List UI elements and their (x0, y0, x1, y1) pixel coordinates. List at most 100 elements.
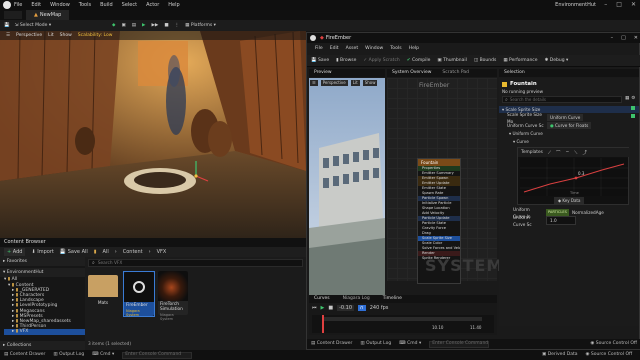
curves-tab[interactable]: Curves (309, 295, 330, 303)
collections-header[interactable]: ▸ Collections (0, 341, 85, 351)
content-browser-tab[interactable]: Content Browser (0, 238, 306, 247)
save-button[interactable]: 💾 Save (311, 55, 329, 67)
folder-icon[interactable]: ▮ (94, 249, 97, 255)
preview-show-button[interactable]: Show (362, 80, 378, 86)
platforms-button[interactable]: ▦ Platforms ▾ (185, 20, 216, 31)
close-icon[interactable]: ✕ (631, 0, 636, 10)
field-curve[interactable]: ▾ Curve (499, 138, 639, 145)
save-level-icon[interactable]: 💾 (4, 20, 10, 31)
niagara-output-log-button[interactable]: ▥ Output Log (360, 339, 391, 349)
browse-button[interactable]: ▮ Browse (336, 55, 356, 67)
field-uniform-curve[interactable]: ▾ Uniform Curve (499, 130, 639, 137)
asset-tile-fireember[interactable]: FireEmber Niagara System (123, 271, 155, 317)
selection-tab[interactable]: Selection (499, 69, 639, 77)
content-drawer-button[interactable]: ▤ Content Drawer (4, 350, 45, 360)
transport-play-icon[interactable]: ▶ (321, 305, 325, 311)
debug-button[interactable]: ✱ Debug ▾ (545, 55, 569, 67)
preview-perspective-button[interactable]: Perspective (320, 80, 348, 86)
cinematics-icon[interactable]: ▤ (132, 20, 136, 31)
niagara-tab[interactable]: ◆ FireEmber (310, 33, 351, 43)
breadcrumb-content[interactable]: Content (123, 249, 143, 255)
preview-lit-button[interactable]: Lit (350, 80, 360, 86)
maximize-icon[interactable]: □ (621, 33, 626, 43)
niagara-content-drawer-button[interactable]: ▤ Content Drawer (311, 339, 352, 349)
curve-index-namespace[interactable]: PARTICLES (546, 209, 569, 216)
level-tab[interactable]: ▲ NewMap (26, 10, 70, 20)
tree-item-vfx[interactable]: ▸ ▮ VFX (4, 329, 85, 335)
compile-button[interactable]: ✔ Compile (407, 55, 431, 67)
asset-search-input[interactable]: ⌕ Search VFX (88, 259, 303, 267)
scratch-pad-tab[interactable]: Scratch Pad (437, 69, 469, 77)
cmd-button[interactable]: ⌨ Cmd ▾ (92, 350, 114, 360)
more-icon[interactable]: ⋮ (175, 20, 180, 31)
field-value-dropdown[interactable]: ● Curve for Floats (547, 122, 592, 129)
niagara-menu-asset[interactable]: Asset (346, 45, 359, 53)
niagara-cmd-button[interactable]: ⌨ Cmd ▾ (399, 339, 421, 349)
time-start-input[interactable]: -0.10 (337, 305, 355, 311)
key-data-button[interactable]: ◆ Key Data (554, 197, 585, 204)
system-overview-tab[interactable]: System Overview (387, 69, 431, 77)
curve-editor[interactable]: Templates ⟋ ⌒ ∽ ⟍ ⤴ 0.3 Time ◆ Key Data (517, 147, 630, 205)
viewport-menu-icon[interactable]: ☰ (6, 31, 10, 40)
viewport-lit-button[interactable]: Lit (48, 31, 54, 40)
curve-index-attribute[interactable]: NormalizedAge (572, 209, 604, 216)
level-icon-tab[interactable] (4, 11, 22, 19)
niagara-source-control-button[interactable]: ◉ Source Control Off (590, 339, 640, 349)
enabled-checkbox-icon[interactable] (631, 114, 635, 118)
niagara-preview-viewport[interactable]: ☰ Perspective Lit Show (309, 78, 385, 328)
niagara-menu-edit[interactable]: Edit (330, 45, 339, 53)
asset-tile-firetorch[interactable]: FireTorch Simulation Niagara System (158, 271, 188, 321)
details-search-input[interactable]: ⌕ Search the details (502, 96, 622, 103)
apply-scratch-button[interactable]: ✓ Apply Scratch (363, 55, 399, 67)
timeline-tab[interactable]: Timeline (378, 295, 402, 303)
menu-tools[interactable]: Tools (79, 0, 91, 10)
niagara-menu-file[interactable]: File (315, 45, 323, 53)
source-control-button[interactable]: ◉ Source Control Off (586, 350, 633, 360)
curve-scale-input[interactable]: 1.0 (546, 216, 576, 225)
viewport-perspective-button[interactable]: Perspective (16, 31, 42, 40)
niagara-menu-help[interactable]: Help (409, 45, 419, 53)
derived-data-button[interactable]: ▣ Derived Data (542, 350, 578, 360)
preview-tab[interactable]: Preview (309, 69, 385, 77)
menu-edit[interactable]: Edit (31, 0, 41, 10)
template-linear-icon[interactable]: ⟋ (548, 150, 551, 156)
add-button[interactable]: + Add (4, 248, 26, 256)
bounds-button[interactable]: ◫ Bounds (474, 55, 496, 67)
select-mode-button[interactable]: ⇲ Select Mode ▾ (15, 20, 51, 31)
timeline-range[interactable] (322, 317, 482, 321)
transport-skip-back-icon[interactable]: ⏮ (312, 305, 317, 311)
import-button[interactable]: ⬇ Import (31, 249, 53, 255)
niagara-log-tab[interactable]: Niagara Log (338, 295, 370, 303)
stop-icon[interactable]: ■ (164, 20, 168, 31)
unreal-logo-icon[interactable] (3, 1, 11, 9)
playhead-icon[interactable] (322, 315, 324, 333)
close-icon[interactable]: ✕ (634, 33, 638, 43)
fps-dropdown[interactable]: 240 fps (370, 305, 389, 311)
asset-tile-mats[interactable]: Mats (88, 271, 118, 319)
loop-icon[interactable]: ∩ (358, 305, 366, 311)
filter-icon[interactable]: ▦ (625, 96, 629, 101)
console-command-input[interactable]: Enter Console Command (122, 351, 193, 359)
template-step-icon[interactable]: ⟍ (574, 150, 577, 156)
performance-button[interactable]: ▦ Performance (503, 55, 537, 67)
enabled-checkbox-icon[interactable] (631, 106, 635, 110)
preview-menu-icon[interactable]: ☰ (310, 80, 318, 86)
settings-icon[interactable]: ⚙ (631, 96, 635, 101)
save-all-button[interactable]: 💾 Save All (60, 249, 88, 255)
scalability-warning[interactable]: Scalability: Low (78, 31, 113, 40)
niagara-menu-tools[interactable]: Tools (390, 45, 401, 53)
menu-actor[interactable]: Actor (146, 0, 159, 10)
menu-window[interactable]: Window (50, 0, 70, 10)
thumbnail-button[interactable]: ▣ Thumbnail (437, 55, 467, 67)
menu-help[interactable]: Help (168, 0, 179, 10)
template-smooth-icon[interactable]: ∽ (566, 150, 570, 155)
niagara-menu-window[interactable]: Window (365, 45, 383, 53)
play-icon[interactable]: ▶ (142, 20, 145, 31)
menu-file[interactable]: File (14, 0, 22, 10)
maximize-icon[interactable]: □ (616, 0, 622, 10)
niagara-console-input[interactable]: Enter Console Command (429, 340, 490, 348)
minimize-icon[interactable]: – (611, 33, 614, 43)
field-value-dropdown[interactable]: Uniform Curve (547, 114, 584, 121)
breadcrumb-all[interactable]: All (103, 249, 109, 255)
blueprint-icon[interactable]: ▣ (121, 20, 125, 31)
